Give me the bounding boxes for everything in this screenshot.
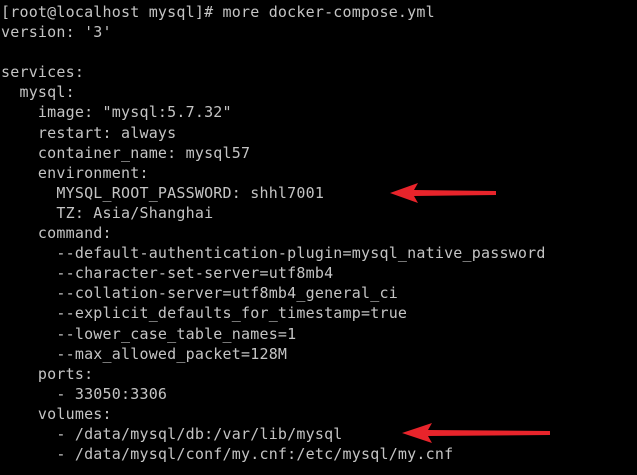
terminal-line: restart: always [1,123,177,142]
terminal-line: MYSQL_ROOT_PASSWORD: shhl7001 [1,183,325,202]
terminal-line: --character-set-server=utf8mb4 [1,264,334,283]
terminal-line: - /data/mysql/db:/var/lib/mysql [1,424,343,443]
terminal-line: command: [1,224,112,243]
terminal-line: services: [1,63,85,82]
terminal-line: --collation-server=utf8mb4_general_ci [1,284,398,303]
terminal-line: container_name: mysql57 [1,143,251,162]
terminal-line: volumes: [1,404,112,423]
terminal-line: TZ: Asia/Shanghai [1,203,214,222]
terminal-window[interactable]: [root@localhost mysql]# more docker-comp… [0,0,637,475]
terminal-line: mysql: [1,83,75,102]
terminal-line: --lower_case_table_names=1 [1,324,297,343]
terminal-line: - /data/mysql/conf/my.cnf:/etc/mysql/my.… [1,445,454,464]
terminal-line: --default-authentication-plugin=mysql_na… [1,244,546,263]
terminal-line: version: '3' [1,23,112,42]
terminal-line: --explicit_defaults_for_timestamp=true [1,304,408,323]
terminal-output: [root@localhost mysql]# more docker-comp… [1,2,546,464]
command-prompt-line: [root@localhost mysql]# more docker-comp… [1,3,435,21]
terminal-line: --max_allowed_packet=128M [1,344,288,363]
terminal-line: - 33050:3306 [1,384,168,403]
terminal-line: ports: [1,364,94,383]
terminal-line: image: "mysql:5.7.32" [1,103,232,122]
terminal-line: environment: [1,163,149,182]
